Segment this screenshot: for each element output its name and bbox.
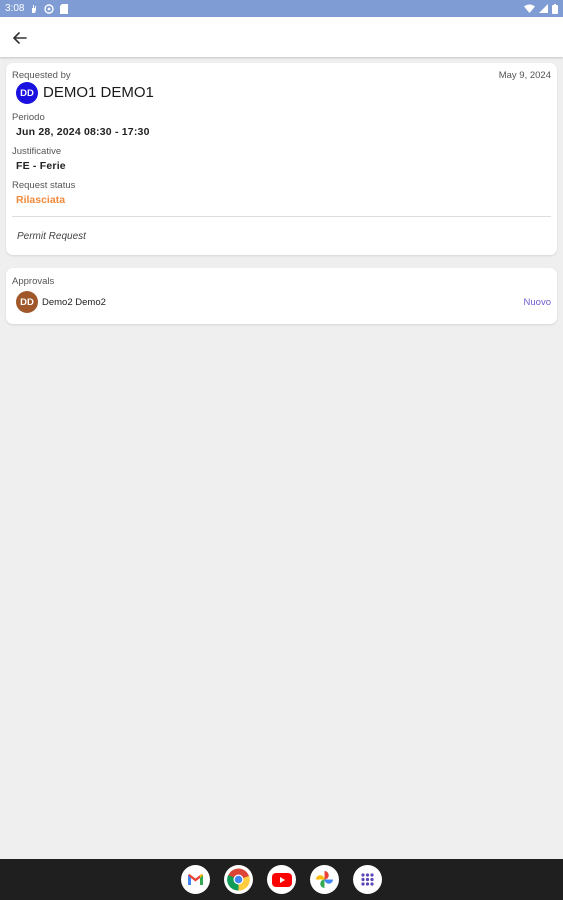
avatar-initials: DD [20,87,34,99]
app-drawer-icon[interactable] [353,865,382,894]
approvals-label: Approvals [12,276,55,287]
request-status-label: Request status [12,180,76,191]
avatar: DD [16,291,38,313]
youtube-icon[interactable] [267,865,296,894]
gmail-icon[interactable] [181,865,210,894]
justification-label: Justificative [12,146,62,157]
app-bar [0,17,563,57]
requested-by-label: Requested by [12,70,71,81]
status-bar: 3:08 [0,0,563,17]
request-date: May 9, 2024 [498,70,551,81]
approval-status: Nuovo [523,297,551,308]
arrow-back-icon [13,32,27,44]
avatar: DD [16,82,38,104]
signal-icon [539,4,548,13]
wifi-icon [524,4,535,13]
avatar-initials: DD [20,296,34,308]
photos-icon[interactable] [310,865,339,894]
request-type: Permit Request [17,231,86,242]
divider [12,216,551,217]
approvals-card: Approvals DD Demo2 Demo2 Nuovo [6,268,557,324]
status-time: 3:08 [5,3,25,14]
justification-value: FE - Ferie [16,160,66,172]
battery-icon [552,3,558,14]
back-button[interactable] [9,27,31,49]
request-card: Requested by May 9, 2024 DD DEMO1 DEMO1 … [6,63,557,255]
approver-name: Demo2 Demo2 [42,297,106,308]
sd-card-icon [60,3,69,14]
period-value: Jun 28, 2024 08:30 - 17:30 [16,126,150,138]
hand-icon [30,4,38,14]
nav-bar [0,859,563,900]
request-status-value: Rilasciata [16,194,66,206]
settings-icon [44,3,55,14]
period-label: Periodo [12,112,45,123]
requester-name: DEMO1 DEMO1 [43,84,154,101]
chrome-icon[interactable] [224,865,253,894]
